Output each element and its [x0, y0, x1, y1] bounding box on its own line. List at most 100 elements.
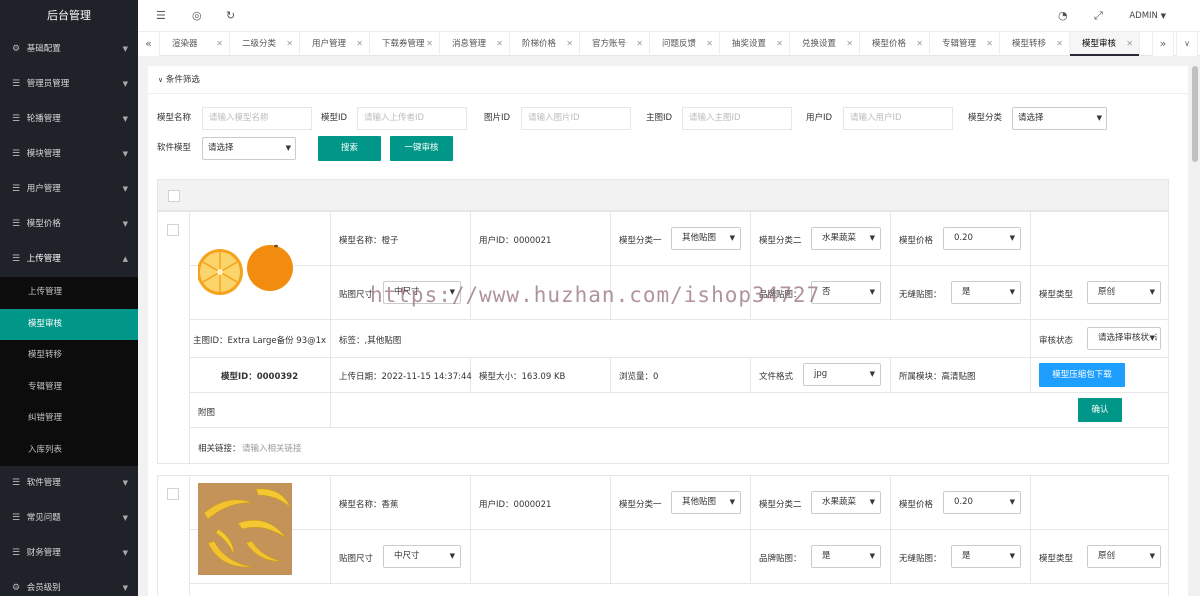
tab-step-price[interactable]: 阶梯价格 ✕ [510, 32, 580, 56]
tab-feedback[interactable]: 问题反馈 ✕ [650, 32, 720, 56]
close-icon[interactable]: ✕ [636, 32, 643, 56]
refresh-icon[interactable]: ↻ [226, 0, 235, 32]
tab-messages[interactable]: 消息管理 ✕ [440, 32, 510, 56]
review-status-select[interactable]: 请选择审核状态 ▼ [1087, 327, 1161, 350]
row-checkbox[interactable] [167, 224, 179, 236]
price-select[interactable]: 0.20 ▼ [943, 491, 1021, 514]
tab-subcategory[interactable]: 二级分类 ✕ [230, 32, 300, 56]
sidebar-item-software[interactable]: ☰ 软件管理 ▼ [0, 466, 138, 501]
close-icon[interactable]: ✕ [1056, 32, 1063, 56]
tab-renderer[interactable]: 渲染器 ✕ [160, 32, 230, 56]
close-icon[interactable]: ✕ [496, 32, 503, 56]
sidebar-item-users[interactable]: ☰ 用户管理 ▼ [0, 172, 138, 207]
caret-down-icon: ▼ [122, 584, 128, 592]
model-id-input[interactable]: 请输入上传者ID [357, 107, 467, 130]
close-icon[interactable]: ✕ [426, 32, 433, 56]
main-image-id: 主图ID：Extra Large备份 93@1x [193, 336, 327, 346]
model-size: 模型大小：163.09 KB [479, 372, 566, 382]
sidebar-subitem-album[interactable]: 专辑管理 [0, 372, 138, 404]
tab-model-transfer[interactable]: 模型转移 ✕ [1000, 32, 1070, 56]
related-link-input[interactable]: 请输入相关链接 [242, 442, 302, 454]
filter-label-model-name: 模型名称 [157, 113, 192, 123]
sidebar-item-member-level[interactable]: ⚙ 会员级别 ▼ [0, 571, 138, 596]
seamless-select[interactable]: 是 ▼ [951, 545, 1021, 568]
confirm-button[interactable]: 确认 [1078, 398, 1122, 422]
software-select[interactable]: 请选择 ▼ [202, 137, 296, 160]
format-label: 文件格式 [759, 372, 794, 382]
close-icon[interactable]: ✕ [916, 32, 923, 56]
sidebar-item-model-price[interactable]: ☰ 模型价格 ▼ [0, 207, 138, 242]
image-id-input[interactable]: 请输入图片ID [521, 107, 631, 130]
tab-model-review[interactable]: 模型审核 ✕ [1070, 32, 1140, 56]
tab-menu-icon[interactable]: ∨ [1176, 32, 1198, 56]
tab-official-account[interactable]: 官方账号 ✕ [580, 32, 650, 56]
brand-select[interactable]: 否 ▼ [811, 281, 881, 304]
sidebar-subitem-model-review[interactable]: 模型审核 [0, 308, 138, 340]
tab-coupon[interactable]: 下载券管理 ✕ [370, 32, 440, 56]
seamless-select[interactable]: 是 ▼ [951, 281, 1021, 304]
sidebar-item-label: 管理员管理 [26, 79, 70, 89]
sidebar-item-admin[interactable]: ☰ 管理员管理 ▼ [0, 67, 138, 102]
close-icon[interactable]: ✕ [846, 32, 853, 56]
size-select[interactable]: 中尺寸 ▼ [383, 545, 461, 568]
sidebar-item-finance[interactable]: ☰ 财务管理 ▼ [0, 536, 138, 571]
category2-select[interactable]: 水果蔬菜 ▼ [811, 491, 881, 514]
close-icon[interactable]: ✕ [776, 32, 783, 56]
close-icon[interactable]: ✕ [286, 32, 293, 56]
tab-prev-icon[interactable]: « [138, 32, 160, 56]
sidebar-subitem-correction[interactable]: 纠错管理 [0, 403, 138, 435]
tab-lottery[interactable]: 抽奖设置 ✕ [720, 32, 790, 56]
sidebar-subitem-model-transfer[interactable]: 模型转移 [0, 340, 138, 372]
filter-label-category: 模型分类 [968, 113, 1003, 123]
close-icon[interactable]: ✕ [216, 32, 223, 56]
tab-album[interactable]: 专辑管理 ✕ [930, 32, 1000, 56]
sidebar-item-upload[interactable]: ☰ 上传管理 ▲ [0, 242, 138, 277]
tab-users[interactable]: 用户管理 ✕ [300, 32, 370, 56]
sidebar-item-faq[interactable]: ☰ 常见问题 ▼ [0, 501, 138, 536]
tab-next-icon[interactable]: » [1152, 32, 1174, 56]
sidebar-item-basic-config[interactable]: ⚙ 基础配置 ▼ [0, 32, 138, 67]
tab-label: 消息管理 [452, 39, 487, 49]
price-select[interactable]: 0.20 ▼ [943, 227, 1021, 250]
category1-select[interactable]: 其他贴图 ▼ [671, 491, 741, 514]
close-icon[interactable]: ✕ [566, 32, 573, 56]
close-icon[interactable]: ✕ [986, 32, 993, 56]
close-icon[interactable]: ✕ [1126, 32, 1133, 56]
row-checkbox[interactable] [167, 488, 179, 500]
user-id-input[interactable]: 请输入用户ID [843, 107, 953, 130]
sidebar-subitem-storage-list[interactable]: 入库列表 [0, 435, 138, 467]
theme-icon[interactable]: ◔ [1058, 0, 1068, 32]
size-select[interactable]: 中尺寸 ▼ [383, 281, 461, 304]
format-select[interactable]: jpg ▼ [803, 363, 881, 386]
select-value: 其他贴图 [682, 233, 717, 243]
download-package-button[interactable]: 模型压缩包下载 [1039, 363, 1125, 387]
model-name-input[interactable]: 请输入模型名称 [202, 107, 312, 130]
page-scrollbar[interactable] [1190, 56, 1200, 596]
sidebar-subitem-upload[interactable]: 上传管理 [0, 277, 138, 309]
filter-panel-header[interactable]: ∨ 条件筛选 [148, 66, 1188, 94]
main-image-id-input[interactable]: 请输入主图ID [682, 107, 792, 130]
fullscreen-icon[interactable]: ⤢ [1094, 0, 1103, 32]
sidebar-item-label: 财务管理 [26, 548, 61, 558]
sidebar-item-carousel[interactable]: ☰ 轮播管理 ▼ [0, 102, 138, 137]
category1-select[interactable]: 其他贴图 ▼ [671, 227, 741, 250]
scrollbar-thumb[interactable] [1192, 66, 1198, 162]
attachment-label: 附图 [198, 408, 216, 418]
type-select[interactable]: 原创 ▼ [1087, 545, 1161, 568]
type-select[interactable]: 原创 ▼ [1087, 281, 1161, 304]
sidebar-item-module[interactable]: ☰ 模块管理 ▼ [0, 137, 138, 172]
close-icon[interactable]: ✕ [356, 32, 363, 56]
tab-model-price[interactable]: 模型价格 ✕ [860, 32, 930, 56]
brand-select[interactable]: 是 ▼ [811, 545, 881, 568]
close-icon[interactable]: ✕ [706, 32, 713, 56]
tab-exchange[interactable]: 兑换设置 ✕ [790, 32, 860, 56]
category2-select[interactable]: 水果蔬菜 ▼ [811, 227, 881, 250]
search-button[interactable]: 搜索 [318, 136, 381, 161]
menu-fold-icon[interactable]: ☰ [156, 0, 166, 32]
select-all-checkbox[interactable] [168, 190, 180, 202]
category-select[interactable]: 请选择 ▼ [1012, 107, 1107, 130]
content-panel: ∨ 条件筛选 模型名称 请输入模型名称 模型ID 请输入上传者ID 图片ID 请… [148, 66, 1188, 596]
admin-menu[interactable]: ADMIN ▼ [1129, 0, 1166, 32]
batch-review-button[interactable]: 一键审核 [390, 136, 453, 161]
globe-icon[interactable]: ◎ [192, 0, 202, 32]
